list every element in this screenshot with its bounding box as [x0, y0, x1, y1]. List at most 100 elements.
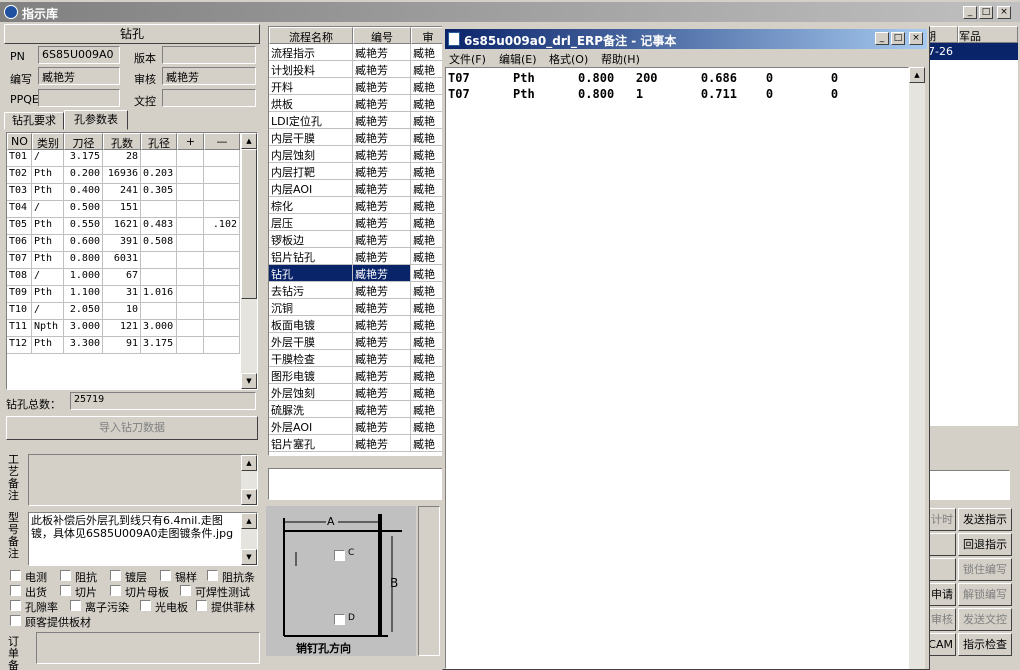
hole-cell[interactable]: 31: [103, 286, 141, 303]
scroll-up-arrow[interactable]: ▲: [909, 67, 925, 83]
option-checkbox[interactable]: [110, 570, 121, 581]
flow-cell[interactable]: 铝片钻孔: [269, 248, 353, 265]
notepad-scrollbar[interactable]: ▲: [909, 67, 925, 669]
hole-cell[interactable]: 0.483: [141, 218, 177, 235]
flow-cell[interactable]: 臧艳芳: [353, 248, 411, 265]
hole-cell[interactable]: T06: [7, 235, 32, 252]
flow-cell[interactable]: 臧艳芳: [353, 282, 411, 299]
option-checkbox[interactable]: [160, 570, 171, 581]
flow-cell[interactable]: 臧艳芳: [353, 78, 411, 95]
flow-cell[interactable]: 臧艳: [411, 282, 443, 299]
hole-cell[interactable]: [204, 235, 240, 252]
scroll-down-arrow[interactable]: ▼: [241, 373, 257, 389]
option-checkbox[interactable]: [10, 600, 21, 611]
hole-cell[interactable]: [177, 320, 204, 337]
hole-cell[interactable]: 1.100: [64, 286, 103, 303]
flow-cell[interactable]: 臧艳芳: [353, 316, 411, 333]
hole-cell[interactable]: Npth: [32, 320, 64, 337]
hole-cell[interactable]: 3.175: [64, 150, 103, 167]
hole-cell[interactable]: T08: [7, 269, 32, 286]
process-notes-textarea[interactable]: ▲ ▼: [28, 454, 258, 506]
hole-cell[interactable]: 151: [103, 201, 141, 218]
right-button[interactable]: 锁住编写: [958, 558, 1012, 581]
hole-cell[interactable]: /: [32, 150, 64, 167]
hole-cell[interactable]: [204, 150, 240, 167]
notepad-text-area[interactable]: T07 Pth 0.800 200 0.686 0 0 T07 Pth 0.80…: [445, 67, 909, 669]
option-checkbox[interactable]: [180, 585, 191, 596]
notepad-close-button[interactable]: ×: [909, 32, 923, 45]
flow-cell[interactable]: 棕化: [269, 197, 353, 214]
hole-cell[interactable]: T12: [7, 337, 32, 354]
flow-cell[interactable]: 臧艳芳: [353, 265, 411, 282]
hole-cell[interactable]: 0.550: [64, 218, 103, 235]
hole-cell[interactable]: 67: [103, 269, 141, 286]
flow-cell[interactable]: 臧艳芳: [353, 401, 411, 418]
option-checkbox[interactable]: [110, 585, 121, 596]
flow-cell[interactable]: 臧艳芳: [353, 333, 411, 350]
right-selected-row[interactable]: 7-26: [924, 43, 1018, 60]
hole-cell[interactable]: 3.175: [141, 337, 177, 354]
flow-cell[interactable]: 臧艳芳: [353, 384, 411, 401]
right-button[interactable]: 回退指示: [958, 533, 1012, 556]
hole-cell[interactable]: 3.300: [64, 337, 103, 354]
notepad-maximize-button[interactable]: □: [891, 32, 905, 45]
hole-cell[interactable]: [204, 269, 240, 286]
flow-cell[interactable]: LDI定位孔: [269, 112, 353, 129]
flow-cell[interactable]: 臧艳: [411, 214, 443, 231]
flow-cell[interactable]: 臧艳芳: [353, 435, 411, 452]
hole-cell[interactable]: T01: [7, 150, 32, 167]
maximize-button[interactable]: □: [979, 6, 993, 19]
hole-cell[interactable]: [204, 167, 240, 184]
flow-cell[interactable]: 臧艳: [411, 44, 443, 61]
hole-cell[interactable]: [204, 184, 240, 201]
flow-cell[interactable]: 臧艳: [411, 112, 443, 129]
notepad-titlebar[interactable]: 6s85u009a0_drl_ERP备注 - 记事本 _ □ ×: [445, 29, 927, 49]
type-notes-scrollbar[interactable]: ▲ ▼: [241, 513, 257, 565]
flow-cell[interactable]: 臧艳: [411, 197, 443, 214]
flow-cell[interactable]: 臧艳芳: [353, 61, 411, 78]
flow-cell[interactable]: 臧艳芳: [353, 95, 411, 112]
hole-cell[interactable]: 0.305: [141, 184, 177, 201]
scroll-down-arrow[interactable]: ▼: [241, 489, 257, 505]
option-checkbox[interactable]: [70, 600, 81, 611]
hole-cell[interactable]: T11: [7, 320, 32, 337]
hole-cell[interactable]: [141, 269, 177, 286]
hole-cell[interactable]: 121: [103, 320, 141, 337]
flow-cell[interactable]: 烘板: [269, 95, 353, 112]
flow-cell[interactable]: 层压: [269, 214, 353, 231]
scroll-up-arrow[interactable]: ▲: [241, 455, 257, 471]
hole-cell[interactable]: [204, 286, 240, 303]
hole-cell[interactable]: 16936: [103, 167, 141, 184]
notepad-minimize-button[interactable]: _: [875, 32, 889, 45]
hole-cell[interactable]: [204, 320, 240, 337]
flow-cell[interactable]: 内层AOI: [269, 180, 353, 197]
hole-cell[interactable]: 0.600: [64, 235, 103, 252]
hole-cell[interactable]: [177, 286, 204, 303]
flow-cell[interactable]: 臧艳芳: [353, 418, 411, 435]
pin-c-checkbox[interactable]: [334, 550, 345, 561]
notepad-menu-item[interactable]: 文件(F): [449, 51, 486, 67]
hole-cell[interactable]: T10: [7, 303, 32, 320]
pn-field[interactable]: 6S85U009A0: [38, 46, 120, 64]
hole-cell[interactable]: /: [32, 269, 64, 286]
hole-cell[interactable]: [204, 337, 240, 354]
import-drill-button[interactable]: 导入钻刀数据: [6, 416, 258, 440]
flow-cell[interactable]: 臧艳: [411, 265, 443, 282]
flow-cell[interactable]: 臧艳芳: [353, 180, 411, 197]
hole-cell[interactable]: [177, 252, 204, 269]
hole-cell[interactable]: 1.016: [141, 286, 177, 303]
flow-cell[interactable]: 臧艳: [411, 316, 443, 333]
hole-cell[interactable]: Pth: [32, 218, 64, 235]
hole-cell[interactable]: [204, 252, 240, 269]
hole-cell[interactable]: [177, 167, 204, 184]
hole-cell[interactable]: 6031: [103, 252, 141, 269]
hole-cell[interactable]: 0.800: [64, 252, 103, 269]
option-checkbox[interactable]: [10, 615, 21, 626]
flow-cell[interactable]: 臧艳: [411, 350, 443, 367]
hole-cell[interactable]: /: [32, 303, 64, 320]
flow-cell[interactable]: 臧艳: [411, 418, 443, 435]
flow-cell[interactable]: 干膜检查: [269, 350, 353, 367]
flow-cell[interactable]: 计划投料: [269, 61, 353, 78]
flow-cell[interactable]: 内层蚀刻: [269, 146, 353, 163]
flow-cell[interactable]: 臧艳: [411, 299, 443, 316]
